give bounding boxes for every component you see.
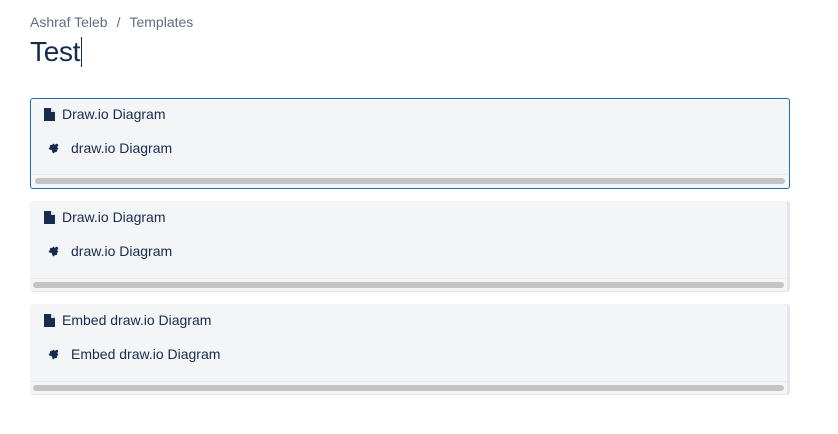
macro-drawio-diagram[interactable]: Draw.io Diagram draw.io Diagram [30,201,790,292]
macro-header: Draw.io Diagram [44,106,165,122]
puzzle-piece-icon [48,246,59,256]
breadcrumb: Ashraf Teleb / Templates [30,14,193,30]
document-icon [44,210,55,224]
page-title[interactable]: Test [30,34,80,70]
puzzle-piece-icon [48,143,59,153]
text-cursor [81,37,83,67]
horizontal-scrollbar[interactable] [30,278,787,291]
macro-header-label: Draw.io Diagram [62,106,166,122]
page: Ashraf Teleb / Templates Test Draw.io Di… [0,0,838,434]
macro-header: Draw.io Diagram [44,209,165,225]
horizontal-scrollbar[interactable] [30,381,787,394]
puzzle-piece-icon [48,349,59,359]
macro-embed-drawio-diagram[interactable]: Embed draw.io Diagram Embed draw.io Diag… [30,304,790,395]
document-icon [44,107,55,121]
macro-body: draw.io Diagram [47,140,172,156]
horizontal-scrollbar[interactable] [32,174,788,187]
macro-header: Embed draw.io Diagram [44,312,211,328]
document-icon [44,313,55,327]
macro-header-label: Draw.io Diagram [62,209,166,225]
macro-body-label: Embed draw.io Diagram [71,346,221,362]
scrollbar-thumb[interactable] [33,282,784,288]
macro-body-label: draw.io Diagram [71,140,173,156]
macro-drawio-diagram-selected[interactable]: Draw.io Diagram draw.io Diagram [30,98,790,189]
macro-header-label: Embed draw.io Diagram [62,312,212,328]
macro-body-label: draw.io Diagram [71,243,173,259]
macro-body: draw.io Diagram [47,243,172,259]
macro-body: Embed draw.io Diagram [47,346,220,362]
scrollbar-thumb[interactable] [33,385,784,391]
breadcrumb-separator: / [116,14,121,30]
breadcrumb-item-space[interactable]: Ashraf Teleb [30,14,108,30]
scrollbar-thumb[interactable] [35,178,785,184]
page-title-field[interactable]: Test [30,34,83,70]
breadcrumb-item-templates[interactable]: Templates [129,14,193,30]
